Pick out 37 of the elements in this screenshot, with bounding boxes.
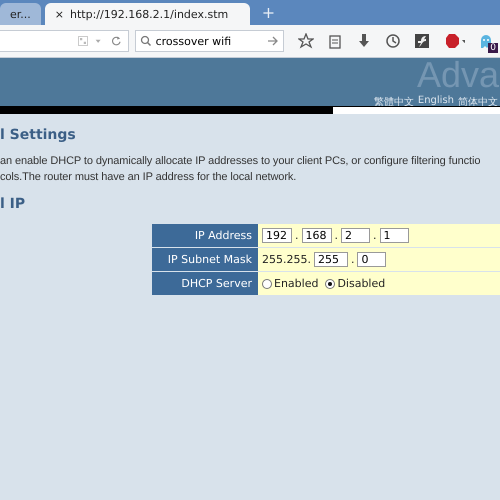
close-icon[interactable]: × bbox=[54, 8, 64, 20]
clock-icon[interactable] bbox=[385, 33, 401, 49]
flash-icon[interactable] bbox=[414, 33, 430, 49]
browser-tab[interactable]: × http://192.168.2.1/index.stm bbox=[44, 3, 250, 25]
separator-dot: . bbox=[350, 253, 354, 266]
field-label: IP Subnet Mask bbox=[152, 248, 258, 271]
language-link[interactable]: English bbox=[418, 95, 454, 106]
octet-input[interactable]: 0 bbox=[357, 252, 386, 267]
search-field[interactable]: crossover wifi bbox=[134, 30, 284, 52]
address-field[interactable] bbox=[0, 30, 129, 52]
separator-dot: . bbox=[373, 229, 376, 242]
section-title: l Settings bbox=[0, 127, 77, 143]
count-badge: 0 bbox=[488, 43, 498, 53]
octet-input[interactable]: 192 bbox=[262, 228, 292, 243]
radio-option[interactable]: Enabled bbox=[262, 277, 318, 290]
separator-dot: . bbox=[334, 229, 338, 242]
stop-sign-icon[interactable] bbox=[443, 33, 465, 49]
separator-dot: . bbox=[295, 229, 298, 242]
download-icon[interactable] bbox=[356, 33, 372, 49]
octet-input[interactable]: 255 bbox=[314, 252, 348, 267]
language-link[interactable]: 简体中文 bbox=[458, 95, 498, 106]
octet-input[interactable]: 1 bbox=[380, 228, 408, 243]
arrow-icon[interactable] bbox=[267, 35, 279, 47]
section-description: an enable DHCP to dynamically allocate IP addresses to your client PCs, or configure filtering functio cols.The router must have an IP address for the local network. bbox=[0, 154, 480, 185]
search-icon bbox=[140, 35, 152, 47]
clipboard-icon[interactable] bbox=[327, 33, 343, 49]
mask-prefix: 255.255. bbox=[262, 253, 311, 266]
radio-option[interactable]: Disabled bbox=[325, 277, 386, 290]
browser-tab[interactable]: er... bbox=[0, 3, 41, 25]
radio-button[interactable] bbox=[262, 278, 272, 288]
radio-button[interactable] bbox=[325, 278, 336, 288]
octet-input[interactable]: 2 bbox=[341, 228, 370, 243]
field-label: DHCP Server bbox=[152, 272, 258, 295]
subsection-title: l IP bbox=[0, 196, 26, 212]
field-label: IP Address bbox=[152, 224, 258, 247]
octet-input[interactable]: 168 bbox=[302, 228, 332, 243]
star-icon[interactable] bbox=[298, 33, 314, 49]
